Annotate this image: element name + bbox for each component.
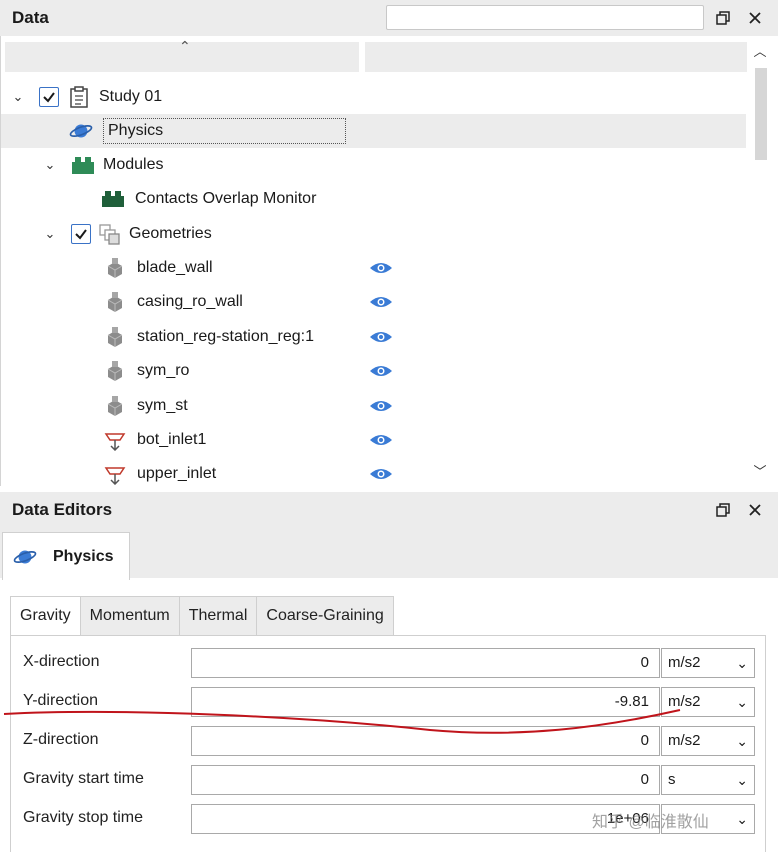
start-time-unit-select[interactable]: s ⌄ (661, 765, 755, 795)
geometries-checkbox[interactable] (71, 224, 91, 244)
tree-node-label: Physics (103, 118, 347, 144)
tree-row-geometry[interactable]: station_reg-station_reg:1 (1, 320, 746, 354)
tab-physics-label: Physics (53, 547, 114, 565)
eye-icon[interactable] (369, 261, 393, 275)
eye-icon[interactable] (369, 364, 393, 378)
tree-node-label: bot_inlet1 (137, 431, 207, 448)
tree-node-label: Geometries (129, 225, 212, 242)
tree-node-label: Modules (103, 156, 164, 173)
inlet-icon (103, 463, 127, 485)
close-icon[interactable] (744, 499, 766, 521)
chevron-down-icon: ⌄ (736, 733, 748, 749)
tree-node-label: Contacts Overlap Monitor (135, 190, 317, 207)
data-panel-title: Data (12, 8, 49, 27)
tree-row-modules[interactable]: ⌄ Modules (1, 148, 746, 182)
watermark: 知乎 @临淮散仙 (592, 814, 709, 831)
tree-node-label: casing_ro_wall (137, 293, 243, 310)
chevron-down-icon[interactable]: ⌄ (9, 89, 27, 105)
close-icon[interactable] (744, 7, 766, 29)
scroll-thumb[interactable] (755, 68, 767, 160)
tree-node-label: upper_inlet (137, 465, 217, 482)
planet-icon (69, 120, 93, 142)
module-block-icon (101, 188, 125, 210)
geometries-icon (97, 223, 121, 245)
property-row: X-direction 0 m/s2 ⌄ (11, 648, 767, 678)
eye-icon[interactable] (369, 399, 393, 413)
tree-scrollbar[interactable]: ︿ ﹀ (752, 42, 768, 482)
x-unit-select[interactable]: m/s2 ⌄ (661, 648, 755, 678)
property-label: Gravity stop time (23, 809, 144, 826)
tab-momentum[interactable]: Momentum (79, 596, 180, 636)
planet-icon (13, 546, 37, 568)
tree-node-label: station_reg-station_reg:1 (137, 328, 314, 345)
eye-icon[interactable] (369, 295, 393, 309)
data-tree: ⌃ ︿ ﹀ ⌄ Study 01 Physics ⌄ Modules Conta… (0, 36, 778, 486)
inlet-icon (103, 429, 127, 451)
restore-icon[interactable] (712, 499, 734, 521)
property-row: Gravity start time 0 s ⌄ (11, 765, 767, 795)
x-direction-field[interactable]: 0 (191, 648, 660, 678)
data-search-input[interactable] (386, 5, 704, 30)
unit-value: s (668, 771, 676, 788)
modules-icon (71, 154, 95, 176)
geometry-cube-icon (103, 257, 127, 279)
geometry-cube-icon (103, 291, 127, 313)
tree-row-geometry[interactable]: casing_ro_wall (1, 285, 746, 319)
chevron-down-icon: ⌄ (736, 694, 748, 710)
tree-row-inlet[interactable]: bot_inlet1 (1, 423, 746, 457)
chevron-down-icon: ⌄ (736, 655, 748, 671)
study-checkbox[interactable] (39, 87, 59, 107)
editors-panel-title: Data Editors (12, 500, 113, 519)
unit-value: m/s2 (668, 654, 701, 671)
editors-panel-header: Data Editors (0, 492, 778, 526)
restore-icon[interactable] (712, 7, 734, 29)
eye-icon[interactable] (369, 433, 393, 447)
data-panel-header: Data (0, 0, 778, 36)
sort-ascending-icon: ⌃ (179, 38, 191, 54)
property-label: Gravity start time (23, 770, 144, 787)
tree-row-geometry[interactable]: blade_wall (1, 251, 746, 285)
chevron-down-icon[interactable]: ⌄ (41, 157, 59, 173)
tab-thermal[interactable]: Thermal (178, 596, 258, 636)
tree-node-label: blade_wall (137, 259, 213, 276)
geometry-cube-icon (103, 326, 127, 348)
tree-row-contacts-overlap-monitor[interactable]: Contacts Overlap Monitor (1, 182, 746, 216)
annotation-underline (3, 709, 681, 734)
eye-icon[interactable] (369, 330, 393, 344)
property-label: X-direction (23, 653, 100, 670)
column-header-name[interactable]: ⌃ (5, 38, 359, 72)
chevron-down-icon: ⌄ (736, 772, 748, 788)
scroll-up-icon[interactable]: ︿ (752, 42, 768, 59)
eye-icon[interactable] (369, 467, 393, 481)
column-header-visibility[interactable] (365, 42, 747, 72)
tree-row-inlet[interactable]: upper_inlet (1, 457, 746, 491)
tree-node-label: Study 01 (99, 88, 163, 105)
tab-physics[interactable]: Physics (2, 532, 130, 580)
tree-row-physics[interactable]: Physics (1, 114, 746, 148)
geometry-cube-icon (103, 360, 127, 382)
physics-sub-tabs: Gravity Momentum Thermal Coarse-Graining (10, 596, 394, 636)
tree-node-label: sym_st (137, 397, 188, 414)
tree-row-geometries[interactable]: ⌄ Geometries (1, 217, 746, 251)
tab-gravity[interactable]: Gravity (10, 596, 81, 636)
chevron-down-icon[interactable]: ⌄ (41, 226, 59, 242)
geometry-cube-icon (103, 395, 127, 417)
clipboard-icon (67, 86, 91, 108)
scroll-down-icon[interactable]: ﹀ (752, 462, 768, 479)
tree-row-geometry[interactable]: sym_st (1, 389, 746, 423)
gravity-stop-time-field[interactable]: 1e+06 (191, 804, 660, 834)
tree-row-study[interactable]: ⌄ Study 01 (1, 80, 746, 114)
chevron-down-icon: ⌄ (736, 811, 748, 827)
tree-node-label: sym_ro (137, 362, 190, 379)
tab-coarse-graining[interactable]: Coarse-Graining (256, 596, 394, 636)
tree-row-geometry[interactable]: sym_ro (1, 354, 746, 388)
gravity-start-time-field[interactable]: 0 (191, 765, 660, 795)
